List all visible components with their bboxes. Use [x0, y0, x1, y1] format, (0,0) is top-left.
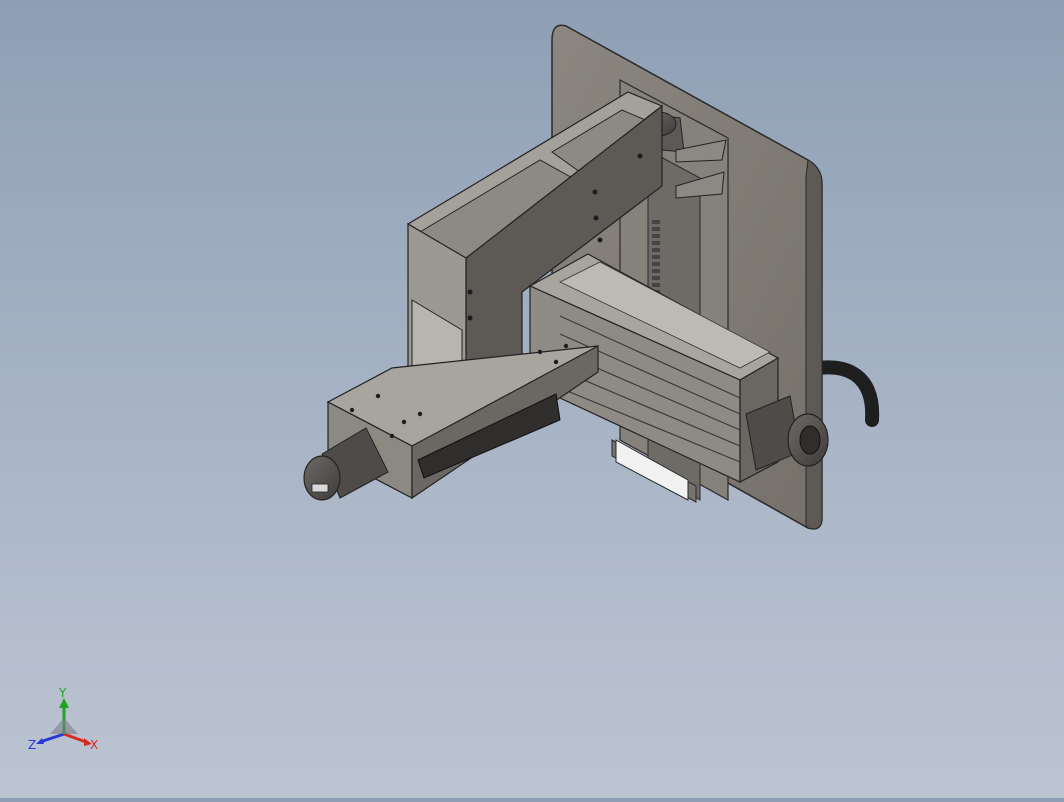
y-axis-label: Y: [59, 686, 67, 700]
z-axis-label: Z: [28, 738, 37, 752]
z-axis-line: [39, 732, 65, 744]
z-axis-arrow-icon: [36, 738, 44, 744]
assembly-model[interactable]: [0, 0, 1064, 798]
x-axis-label: X: [90, 738, 99, 752]
triad-base-icon: [50, 718, 78, 734]
view-orientation-triad[interactable]: Y Z X: [26, 684, 106, 756]
x-axis-line: [63, 732, 87, 744]
cad-viewport[interactable]: Y Z X: [0, 0, 1064, 798]
